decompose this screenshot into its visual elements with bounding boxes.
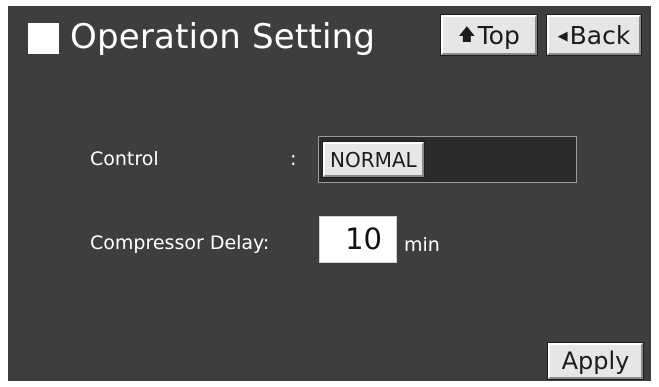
compressor-delay-unit: min [404, 234, 440, 256]
apply-button[interactable]: Apply [547, 342, 644, 380]
title-square-icon [28, 23, 59, 54]
back-button[interactable]: ◀ Back [546, 14, 642, 56]
control-separator: : [290, 148, 297, 170]
control-label: Control [90, 148, 159, 170]
up-arrow-icon: 🡅 [458, 24, 476, 45]
top-button[interactable]: 🡅 Top [440, 14, 538, 56]
page-title: Operation Setting [70, 17, 376, 57]
operation-setting-screen: Operation Setting 🡅 Top ◀ Back Control :… [8, 6, 651, 381]
compressor-delay-input[interactable]: 10 [319, 216, 397, 263]
left-triangle-icon: ◀ [557, 28, 568, 44]
compressor-delay-label: Compressor Delay: [90, 232, 270, 254]
back-button-label: Back [569, 20, 631, 50]
control-field: NORMAL [318, 136, 577, 183]
control-mode-button[interactable]: NORMAL [322, 141, 425, 178]
top-button-label: Top [477, 20, 520, 50]
